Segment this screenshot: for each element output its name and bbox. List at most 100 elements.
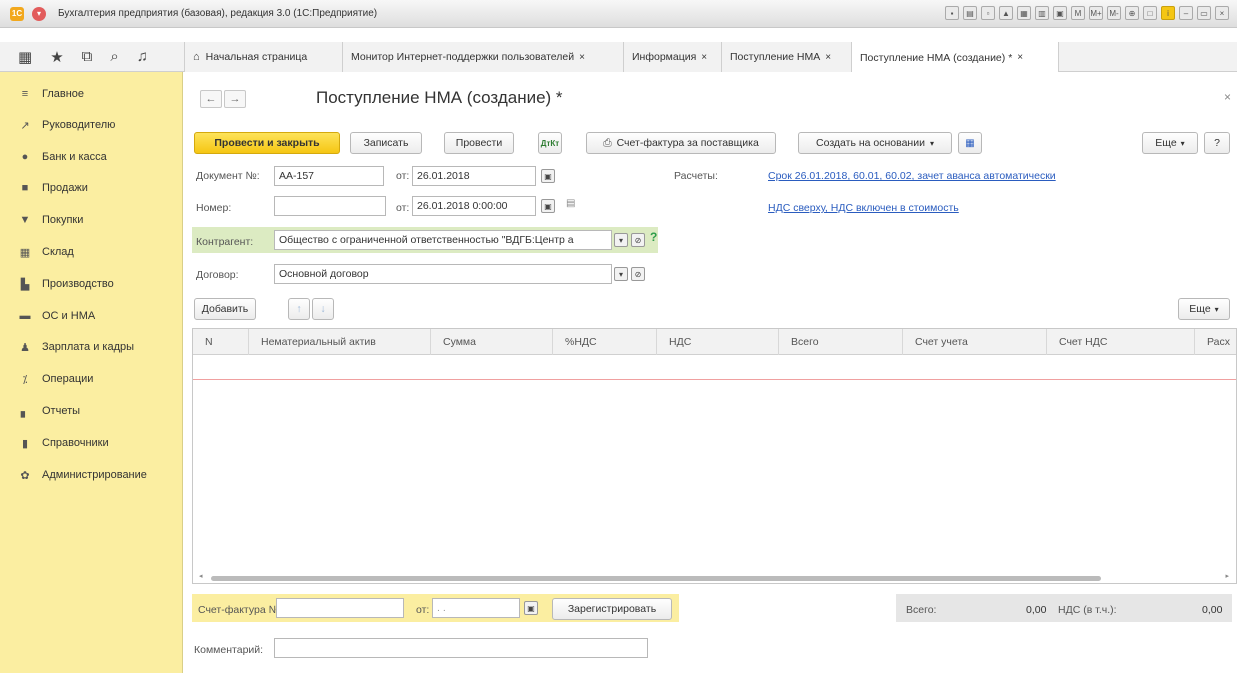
post-and-close-button[interactable]: Провести и закрыть xyxy=(194,132,340,154)
sidebar-item-label: Покупки xyxy=(42,214,84,226)
tab-close-icon[interactable]: × xyxy=(579,52,585,63)
chevron-down-icon: ▾ xyxy=(1214,304,1219,314)
move-down-button[interactable]: ↓ xyxy=(312,298,334,320)
add-row-button[interactable]: Добавить xyxy=(194,298,256,320)
print-icon[interactable]: ▤ xyxy=(963,6,977,20)
vat-settings-link[interactable]: НДС сверху, НДС включен в стоимость xyxy=(768,202,959,214)
column-header-asset[interactable]: Нематериальный актив xyxy=(249,329,431,355)
copy-icon[interactable]: ▦ xyxy=(1017,6,1031,20)
sidebar-item-bank[interactable]: ● Банк и касса xyxy=(18,148,107,166)
search-icon[interactable]: ⌕ xyxy=(110,48,118,66)
column-header-sum[interactable]: Сумма xyxy=(431,329,553,355)
sidebar-item-manager[interactable]: ↗ Руководителю xyxy=(18,116,115,134)
column-header-n[interactable]: N xyxy=(193,329,249,355)
maximize-icon[interactable]: ▭ xyxy=(1197,6,1211,20)
forward-button[interactable]: → xyxy=(224,90,246,108)
column-header-vat-account[interactable]: Счет НДС xyxy=(1047,329,1195,355)
sidebar-item-purchases[interactable]: ▼ Покупки xyxy=(18,211,84,229)
number-date-field[interactable]: 26.01.2018 0:00:00 xyxy=(412,196,536,216)
settlements-link[interactable]: Срок 26.01.2018, 60.01, 60.02, зачет ава… xyxy=(768,170,1056,182)
intangible-assets-table[interactable]: N Нематериальный актив Сумма %НДС НДС Вс… xyxy=(192,328,1237,584)
history-icon[interactable]: ⧉ xyxy=(82,48,93,66)
column-header-vat[interactable]: НДС xyxy=(657,329,779,355)
doc-number-field[interactable]: АА-157 xyxy=(274,166,384,186)
calendar-icon[interactable]: ▣ xyxy=(524,601,538,615)
memory-icon[interactable]: M xyxy=(1071,6,1085,20)
sidebar-item-production[interactable]: ▙ Производство xyxy=(18,275,114,293)
preview-icon[interactable]: ▫ xyxy=(981,6,995,20)
sidebar-item-sales[interactable]: ■ Продажи xyxy=(18,179,88,197)
post-button[interactable]: Провести xyxy=(444,132,514,154)
save-icon[interactable]: ▪ xyxy=(945,6,959,20)
invoice-from-supplier-button[interactable]: ⎙ Счет-фактура за поставщика xyxy=(586,132,776,154)
question-icon[interactable]: ? xyxy=(650,230,657,244)
chevron-down-icon[interactable]: ▾ xyxy=(614,233,628,247)
apps-grid-icon[interactable]: ▦ xyxy=(18,48,32,66)
more-actions-button[interactable]: Еще ▾ xyxy=(1142,132,1198,154)
calendar-icon[interactable]: ▣ xyxy=(541,199,555,213)
calendar-icon[interactable]: ▣ xyxy=(541,169,555,183)
back-button[interactable]: ← xyxy=(200,90,222,108)
tab-home[interactable]: ⌂ Начальная страница xyxy=(184,42,342,72)
number-field[interactable] xyxy=(274,196,386,216)
tab-nma-receipt[interactable]: Поступление НМА × xyxy=(721,42,851,72)
contract-field[interactable]: Основной договор xyxy=(274,264,612,284)
tab-information[interactable]: Информация × xyxy=(623,42,721,72)
tab-close-icon[interactable]: × xyxy=(1017,52,1023,63)
create-based-on-button[interactable]: Создать на основании ▾ xyxy=(798,132,952,154)
table-icon[interactable]: ▥ xyxy=(1035,6,1049,20)
sidebar-item-main[interactable]: ≡ Главное xyxy=(18,85,84,103)
memory-minus-icon[interactable]: M- xyxy=(1107,6,1121,20)
calendar-icon[interactable]: ▣ xyxy=(1053,6,1067,20)
structure-button[interactable]: ▦ xyxy=(958,132,982,154)
sidebar-item-reports[interactable]: ▖ Отчеты xyxy=(18,402,80,420)
column-header-vat-rate[interactable]: %НДС xyxy=(553,329,657,355)
sidebar-item-directories[interactable]: ▮ Справочники xyxy=(18,434,109,452)
sidebar-item-operations[interactable]: ⁒ Операции xyxy=(18,370,94,388)
tab-nma-receipt-create[interactable]: Поступление НМА (создание) * × xyxy=(851,42,1059,73)
sidebar-item-payroll[interactable]: ♟ Зарплата и кадры xyxy=(18,338,134,356)
save-button[interactable]: Записать xyxy=(350,132,422,154)
zoom-icon[interactable]: ⊕ xyxy=(1125,6,1139,20)
memory-plus-icon[interactable]: M+ xyxy=(1089,6,1103,20)
sidebar-item-warehouse[interactable]: ▦ Склад xyxy=(18,243,74,261)
minimize-icon[interactable]: – xyxy=(1179,6,1193,20)
invoice-number-field[interactable] xyxy=(276,598,404,618)
doc-date-field[interactable]: 26.01.2018 xyxy=(412,166,536,186)
notifications-bell-icon[interactable]: ♫ xyxy=(137,48,148,66)
dt-kt-button[interactable]: ДтКт xyxy=(538,132,562,154)
settlements-label: Расчеты: xyxy=(674,170,718,182)
comment-field[interactable] xyxy=(274,638,648,658)
open-link-icon[interactable]: ⊘ xyxy=(631,267,645,281)
column-header-expense[interactable]: Расх xyxy=(1195,329,1237,355)
sidebar-item-admin[interactable]: ✿ Администрирование xyxy=(18,466,147,484)
scrollbar-thumb[interactable] xyxy=(211,576,1101,581)
info-icon[interactable]: i xyxy=(1161,6,1175,20)
close-form-icon[interactable]: × xyxy=(1224,90,1231,104)
move-up-button[interactable]: ↑ xyxy=(288,298,310,320)
keyboard-icon[interactable]: ▤ xyxy=(566,198,575,209)
scroll-left-icon[interactable]: ◂ xyxy=(199,572,203,580)
app-menu-icon[interactable]: ▾ xyxy=(32,6,46,21)
register-button[interactable]: Зарегистрировать xyxy=(552,598,672,620)
horizontal-scrollbar[interactable]: ◂ ▸ xyxy=(199,572,1229,581)
tab-close-icon[interactable]: × xyxy=(701,52,707,63)
page-title: Поступление НМА (создание) * xyxy=(316,88,563,107)
tab-support-monitor[interactable]: Монитор Интернет-поддержки пользователей… xyxy=(342,42,623,72)
upload-icon[interactable]: ▲ xyxy=(999,6,1013,20)
tab-close-icon[interactable]: × xyxy=(825,52,831,63)
column-header-account[interactable]: Счет учета xyxy=(903,329,1047,355)
table-more-button[interactable]: Еще ▾ xyxy=(1178,298,1230,320)
counterparty-field[interactable]: Общество с ограниченной ответственностью… xyxy=(274,230,612,250)
help-button[interactable]: ? xyxy=(1204,132,1230,154)
scroll-right-icon[interactable]: ▸ xyxy=(1225,572,1229,580)
structure-icon: ▦ xyxy=(965,137,975,149)
sidebar-item-fixed-assets[interactable]: ▬ ОС и НМА xyxy=(18,307,96,325)
open-link-icon[interactable]: ⊘ xyxy=(631,233,645,247)
close-icon[interactable]: × xyxy=(1215,6,1229,20)
window-icon[interactable]: □ xyxy=(1143,6,1157,20)
chevron-down-icon[interactable]: ▾ xyxy=(614,267,628,281)
favorites-star-icon[interactable]: ★ xyxy=(50,48,63,66)
column-header-total[interactable]: Всего xyxy=(779,329,903,355)
invoice-date-field[interactable]: . . xyxy=(432,598,520,618)
